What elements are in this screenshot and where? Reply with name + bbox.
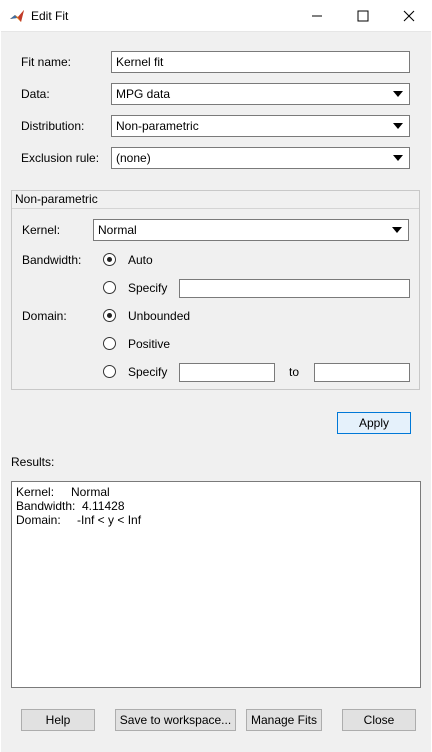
data-select-value: MPG data bbox=[116, 87, 171, 101]
domain-specify-radio[interactable] bbox=[103, 365, 116, 378]
exclusion-rule-label: Exclusion rule: bbox=[21, 151, 100, 165]
fit-name-input[interactable]: Kernel fit bbox=[111, 51, 410, 73]
close-window-button[interactable] bbox=[386, 0, 432, 31]
data-label: Data: bbox=[21, 87, 50, 101]
chevron-down-icon bbox=[393, 123, 403, 129]
close-icon bbox=[403, 10, 415, 21]
exclusion-rule-select-value: (none) bbox=[116, 151, 151, 165]
minimize-button[interactable] bbox=[294, 0, 340, 31]
radio-selected-dot bbox=[107, 257, 112, 262]
radio-selected-dot bbox=[107, 313, 112, 318]
close-button[interactable]: Close bbox=[342, 709, 416, 731]
results-kernel-line: Kernel: Normal bbox=[16, 485, 416, 499]
results-kernel-key: Kernel: bbox=[16, 485, 55, 499]
results-domain-key: Domain: bbox=[16, 513, 61, 527]
domain-label: Domain: bbox=[22, 309, 67, 323]
domain-positive-radio[interactable] bbox=[103, 337, 116, 350]
nonparametric-panel-title: Non-parametric bbox=[15, 192, 98, 206]
bandwidth-input[interactable] bbox=[179, 279, 410, 298]
bandwidth-auto-radio[interactable] bbox=[103, 253, 116, 266]
window-title: Edit Fit bbox=[31, 9, 69, 23]
minimize-icon bbox=[312, 15, 322, 16]
distribution-label: Distribution: bbox=[21, 119, 85, 133]
domain-unbounded-label: Unbounded bbox=[128, 309, 191, 323]
kernel-label: Kernel: bbox=[22, 223, 61, 237]
chevron-down-icon bbox=[393, 155, 403, 161]
save-to-workspace-button[interactable]: Save to workspace... bbox=[115, 709, 236, 731]
bandwidth-specify-radio[interactable] bbox=[103, 281, 116, 294]
domain-to-label: to bbox=[289, 365, 300, 379]
title-bar[interactable]: Edit Fit bbox=[0, 0, 432, 31]
exclusion-rule-select[interactable]: (none) bbox=[111, 147, 410, 169]
results-bandwidth-key: Bandwidth: bbox=[16, 499, 76, 513]
kernel-select-value: Normal bbox=[98, 223, 137, 237]
kernel-select[interactable]: Normal bbox=[93, 219, 409, 241]
apply-button[interactable]: Apply bbox=[337, 412, 411, 434]
chevron-down-icon bbox=[392, 227, 402, 233]
results-bandwidth-line: Bandwidth: 4.11428 bbox=[16, 499, 416, 513]
domain-unbounded-radio[interactable] bbox=[103, 309, 116, 322]
domain-specify-label: Specify bbox=[128, 365, 168, 379]
results-kernel-value: Normal bbox=[71, 485, 110, 499]
bandwidth-specify-label: Specify bbox=[128, 281, 168, 295]
fit-name-label: Fit name: bbox=[21, 55, 72, 69]
chevron-down-icon bbox=[393, 91, 403, 97]
distribution-select-value: Non-parametric bbox=[116, 119, 199, 133]
bandwidth-auto-label: Auto bbox=[128, 253, 153, 267]
bandwidth-label: Bandwidth: bbox=[22, 253, 82, 267]
matlab-app-icon bbox=[9, 8, 25, 24]
results-bandwidth-value: 4.11428 bbox=[82, 499, 125, 513]
results-domain-value: -Inf < y < Inf bbox=[77, 513, 142, 527]
distribution-select[interactable]: Non-parametric bbox=[111, 115, 410, 137]
data-select[interactable]: MPG data bbox=[111, 83, 410, 105]
help-button[interactable]: Help bbox=[21, 709, 95, 731]
domain-from-input[interactable] bbox=[179, 363, 275, 382]
maximize-button[interactable] bbox=[340, 0, 386, 31]
results-label: Results: bbox=[11, 455, 55, 469]
results-domain-line: Domain: -Inf < y < Inf bbox=[16, 513, 416, 527]
manage-fits-button[interactable]: Manage Fits bbox=[246, 709, 322, 731]
domain-positive-label: Positive bbox=[128, 337, 171, 351]
maximize-icon bbox=[357, 10, 369, 21]
domain-to-input[interactable] bbox=[314, 363, 410, 382]
results-textbox[interactable]: Kernel: Normal Bandwidth: 4.11428 Domain: -… bbox=[11, 481, 421, 688]
